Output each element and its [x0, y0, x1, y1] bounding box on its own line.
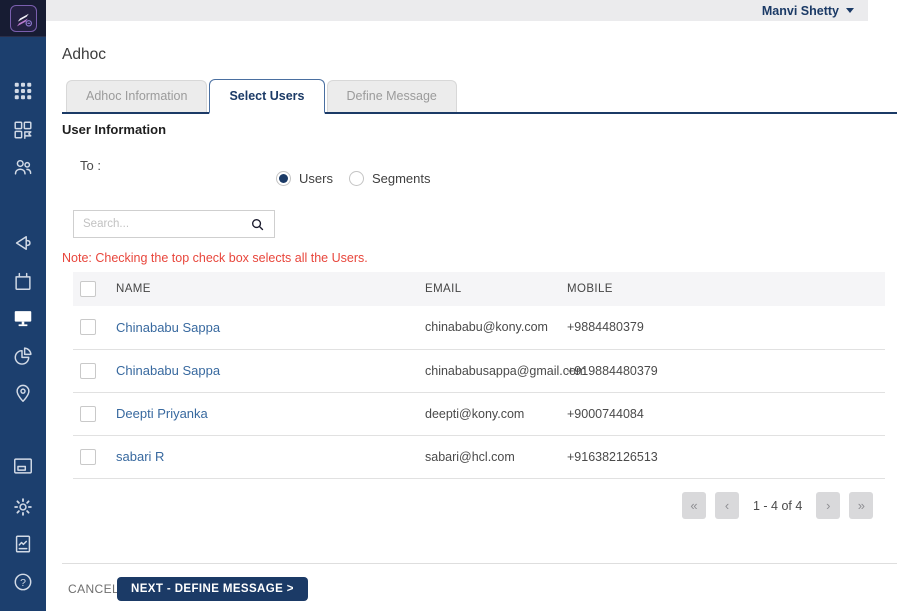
row-checkbox[interactable]: [80, 448, 96, 465]
recipient-type-radio-group: Users Segments: [276, 171, 431, 186]
calendar-icon[interactable]: [12, 270, 34, 292]
search-icon[interactable]: [250, 217, 265, 232]
megaphone-icon[interactable]: [12, 232, 34, 254]
pagination-prev-button[interactable]: ‹: [715, 492, 739, 519]
apps-grid-icon[interactable]: [12, 80, 34, 102]
user-mobile: +9884480379: [567, 306, 885, 350]
page-title: Adhoc: [62, 46, 106, 63]
user-email: chinababu@kony.com: [425, 306, 567, 350]
tab-select-users[interactable]: Select Users: [209, 79, 325, 114]
pie-chart-icon[interactable]: [12, 345, 34, 367]
table-row: Deepti Priyanka deepti@kony.com +9000744…: [73, 392, 885, 436]
user-mobile: +9000744084: [567, 392, 885, 436]
monitor-icon[interactable]: [12, 307, 34, 329]
pagination-last-button[interactable]: »: [849, 492, 874, 519]
user-email: deepti@kony.com: [425, 392, 567, 436]
search-input[interactable]: [83, 218, 250, 230]
user-mobile: +916382126513: [567, 435, 885, 479]
app-logo[interactable]: [0, 0, 46, 37]
note-text: Note: Checking the top check box selects…: [62, 251, 368, 265]
select-all-checkbox[interactable]: [80, 281, 96, 297]
radio-users-control[interactable]: [276, 171, 291, 186]
page: ? Manvi Shetty Adhoc Adhoc Information S…: [0, 0, 900, 611]
radio-users[interactable]: Users: [276, 171, 333, 186]
search-box: [73, 210, 275, 238]
user-email: chinababusappa@gmail.com: [425, 349, 586, 393]
tab-bar: Adhoc Information Select Users Define Me…: [62, 79, 897, 114]
row-checkbox[interactable]: [80, 362, 96, 379]
table-row: sabari R sabari@hcl.com +916382126513: [73, 435, 885, 479]
users-table: NAME EMAIL MOBILE Chinababu Sappa chinab…: [73, 272, 885, 479]
table-row: Chinababu Sappa chinababusappa@gmail.com…: [73, 349, 885, 393]
table-row: Chinababu Sappa chinababu@kony.com +9884…: [73, 306, 885, 350]
user-email: sabari@hcl.com: [425, 435, 567, 479]
radio-segments-label: Segments: [371, 171, 431, 186]
user-mobile: +919884480379: [567, 349, 885, 393]
row-checkbox[interactable]: [80, 319, 96, 336]
users-icon[interactable]: [12, 156, 34, 178]
radio-users-label: Users: [299, 171, 333, 186]
radio-segments-control[interactable]: [348, 171, 364, 186]
pagination-range-label: 1 - 4 of 4: [753, 498, 803, 513]
pagination-next-button[interactable]: ›: [816, 492, 841, 519]
pagination: « ‹ 1 - 4 of 4 › »: [682, 492, 874, 519]
next-define-message-button[interactable]: NEXT - DEFINE MESSAGE >: [117, 577, 308, 601]
top-bar: Manvi Shetty: [46, 0, 868, 21]
tab-adhoc-information[interactable]: Adhoc Information: [66, 80, 208, 112]
table-header-row: NAME EMAIL MOBILE: [73, 272, 885, 306]
column-header-email: EMAIL: [425, 272, 567, 306]
svg-text:?: ?: [20, 577, 26, 589]
cancel-button[interactable]: CANCEL: [68, 582, 119, 596]
radio-segments[interactable]: Segments: [348, 171, 431, 186]
user-name-link[interactable]: sabari R: [116, 449, 164, 464]
modules-icon[interactable]: [12, 119, 34, 141]
tab-define-message[interactable]: Define Message: [326, 80, 457, 112]
sidebar: ?: [0, 0, 46, 611]
user-name: Manvi Shetty: [761, 3, 839, 18]
card-icon[interactable]: [12, 455, 34, 477]
column-header-mobile: MOBILE: [567, 272, 885, 306]
section-heading: User Information: [62, 122, 167, 137]
row-checkbox[interactable]: [80, 405, 96, 422]
user-name-link[interactable]: Deepti Priyanka: [116, 406, 208, 421]
user-name-link[interactable]: Chinababu Sappa: [116, 363, 220, 378]
app-logo-icon: [9, 4, 37, 32]
location-pin-icon[interactable]: [12, 382, 34, 404]
report-icon[interactable]: [12, 533, 34, 555]
chevron-down-icon: [846, 8, 854, 13]
to-label: To :: [80, 158, 101, 173]
footer-divider: [62, 563, 897, 564]
column-header-name: NAME: [116, 272, 425, 306]
user-name-link[interactable]: Chinababu Sappa: [116, 320, 220, 335]
help-icon[interactable]: ?: [12, 571, 34, 593]
pagination-first-button[interactable]: «: [682, 492, 706, 519]
settings-gear-icon[interactable]: [12, 496, 34, 518]
user-menu[interactable]: Manvi Shetty: [762, 4, 854, 18]
